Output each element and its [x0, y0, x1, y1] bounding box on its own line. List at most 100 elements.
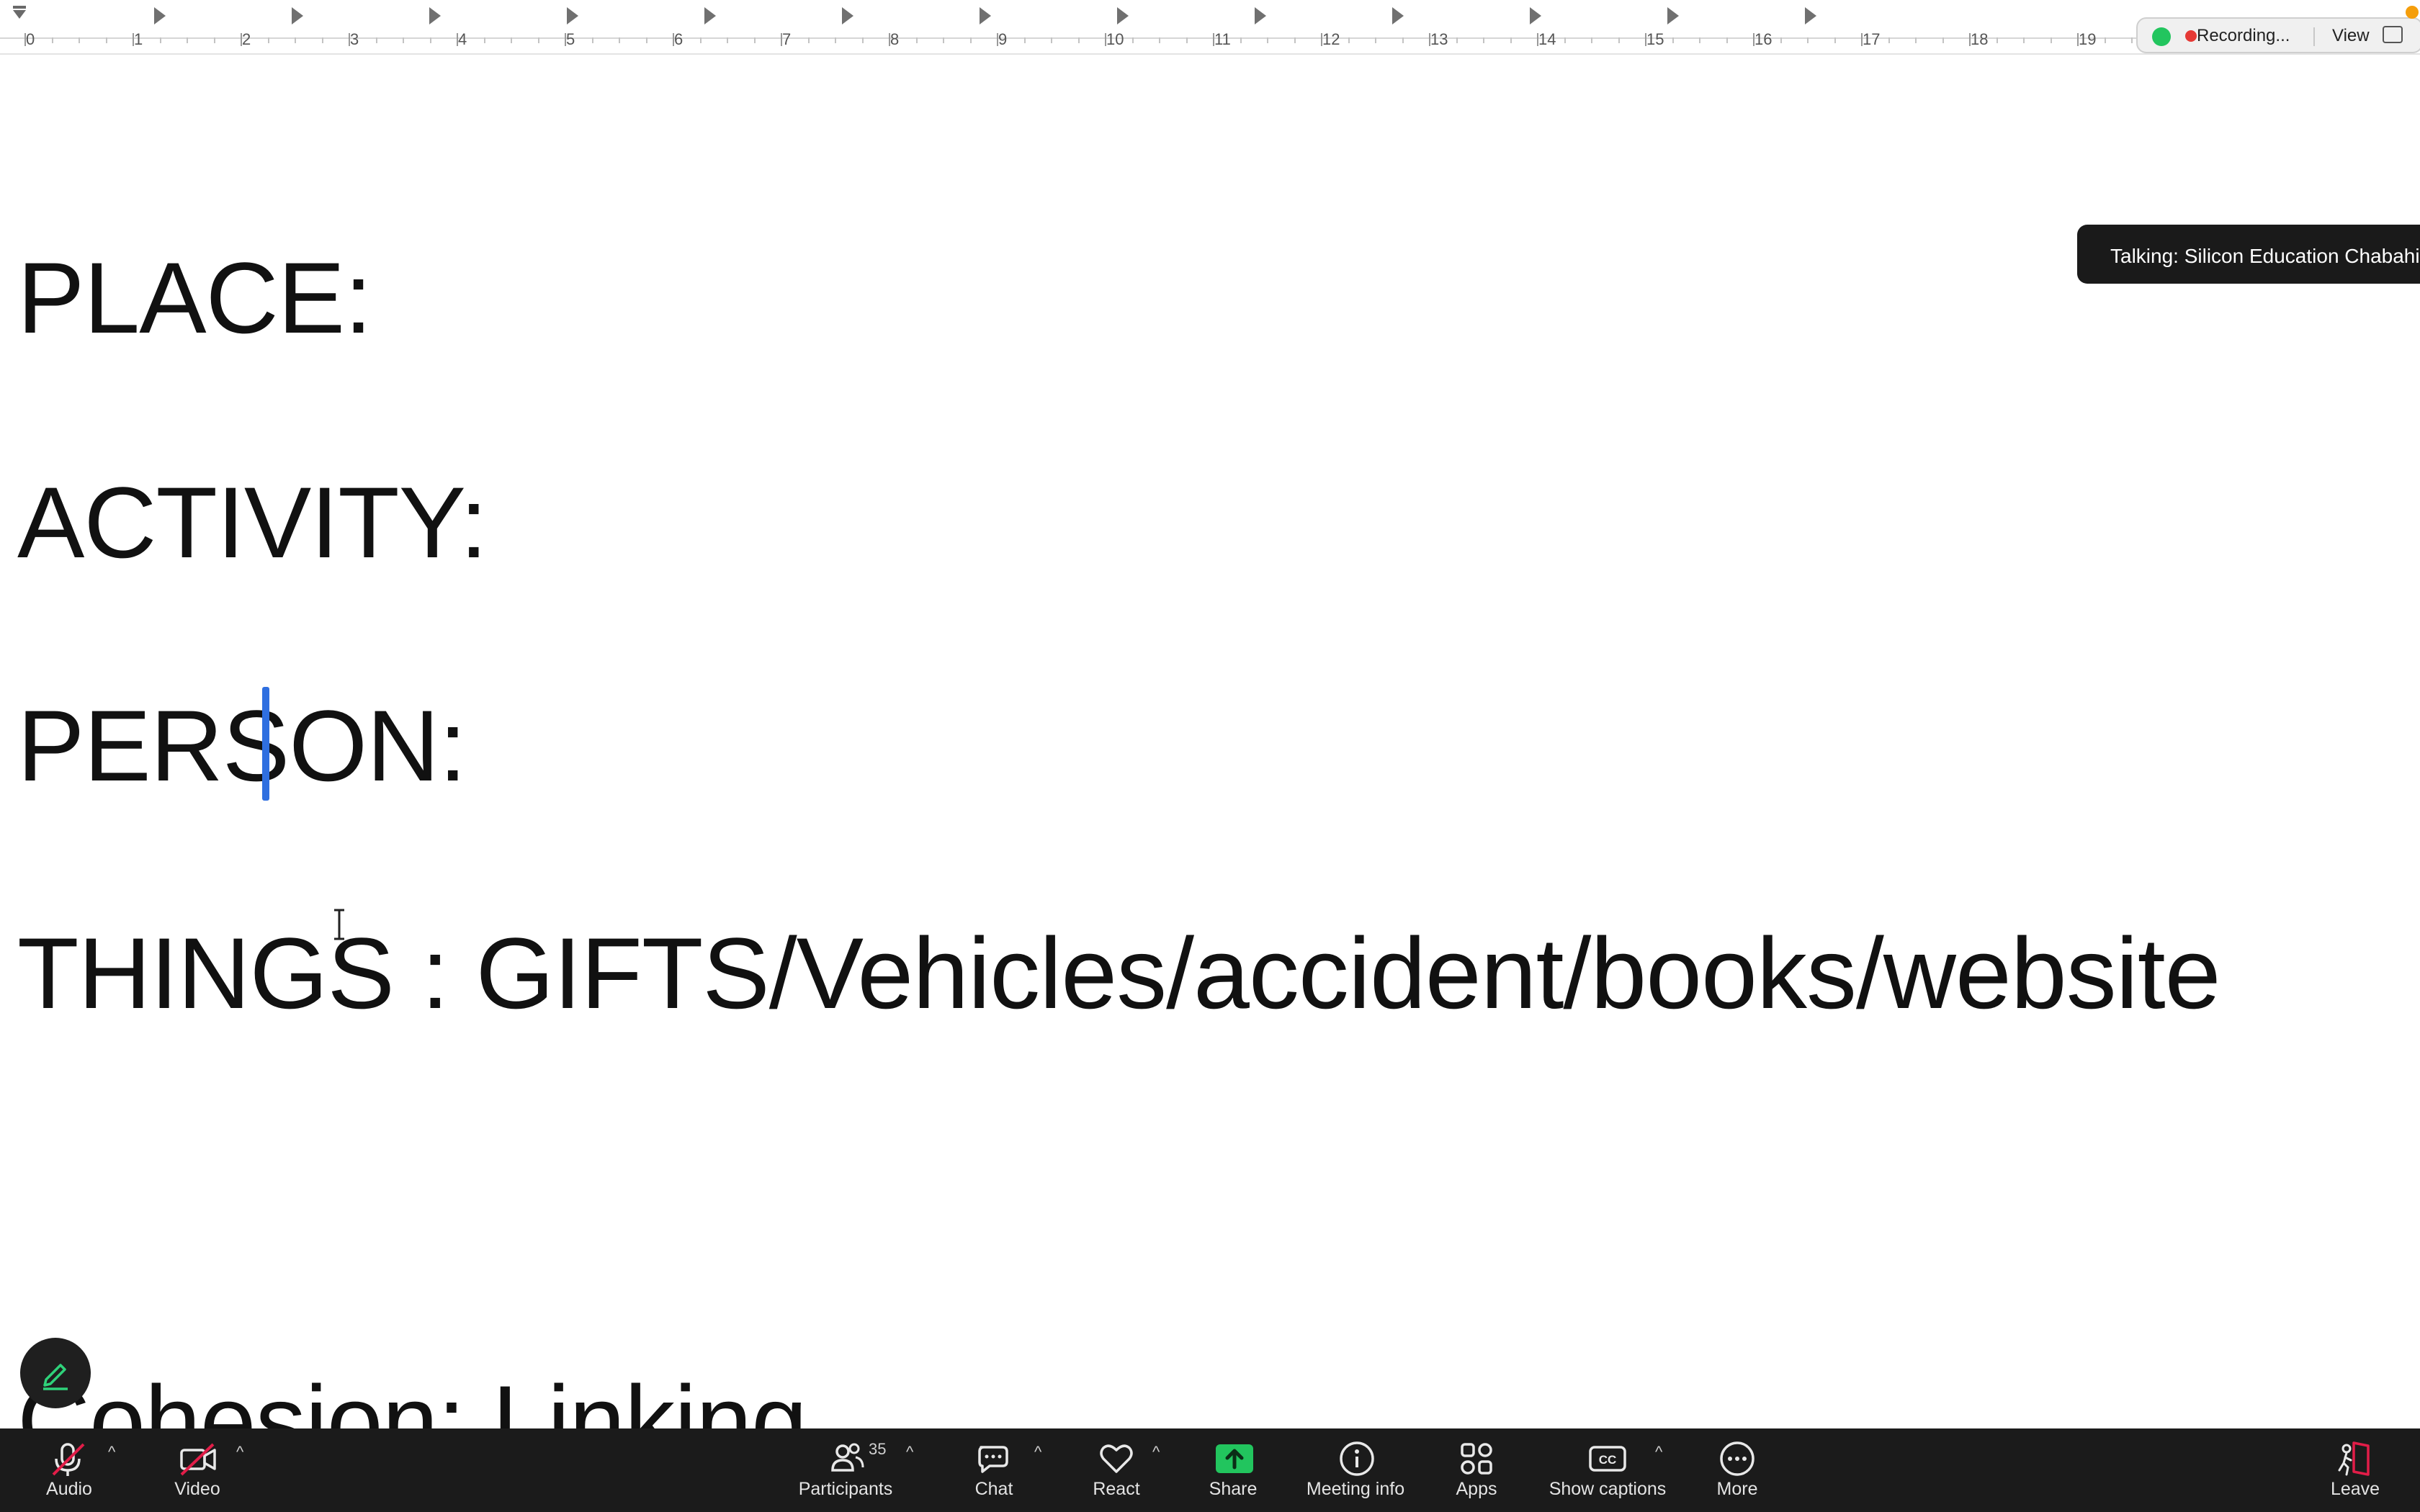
ruler-minor-tick	[1294, 37, 1296, 43]
apps-label: Apps	[1456, 1479, 1497, 1499]
grid-view-icon[interactable]	[2383, 26, 2403, 43]
tab-stop-marker-icon[interactable]	[154, 7, 166, 24]
ruler-number: 14	[1538, 30, 1556, 48]
ruler-number: 1	[134, 30, 143, 48]
ruler-minor-tick	[537, 37, 539, 43]
ruler-minor-tick	[1807, 37, 1809, 43]
ruler-number: 15	[1646, 30, 1664, 48]
document-ruler[interactable]: 012345678910111213141516171819202122	[0, 0, 2420, 55]
ruler-number: 3	[350, 30, 359, 48]
ruler-minor-tick	[1131, 37, 1134, 43]
document-line-activity[interactable]: ACTIVITY:	[17, 472, 488, 573]
ruler-minor-tick	[699, 37, 702, 43]
document-line-place[interactable]: PLACE:	[17, 248, 372, 348]
tab-stop-marker-icon[interactable]	[1255, 7, 1266, 24]
ruler-number: 16	[1754, 30, 1773, 48]
ruler-number: 8	[890, 30, 900, 48]
recording-status-text: Recording...	[2197, 26, 2290, 45]
ruler-minor-tick	[1996, 37, 1998, 43]
tab-stop-marker-icon[interactable]	[1667, 7, 1679, 24]
ruler-minor-tick	[943, 37, 944, 43]
document-line-person[interactable]: PERSON:	[17, 696, 467, 796]
tab-stop-marker-icon[interactable]	[292, 7, 303, 24]
recording-dot-icon	[2185, 30, 2197, 42]
video-label: Video	[174, 1479, 220, 1499]
ruler-number: 17	[1863, 30, 1881, 48]
ruler-minor-tick	[1240, 37, 1242, 43]
ruler-minor-tick	[1077, 37, 1080, 43]
ruler-minor-tick	[1591, 37, 1592, 43]
ruler-minor-tick	[159, 37, 161, 43]
apps-icon	[1461, 1443, 1492, 1475]
ruler-minor-tick	[1483, 37, 1484, 43]
ruler-minor-tick	[1726, 37, 1728, 43]
chat-options-chevron-icon[interactable]: ^	[1034, 1443, 1041, 1462]
leave-door-icon	[2338, 1441, 2370, 1476]
tab-stop-marker-icon[interactable]	[567, 7, 578, 24]
document-line-things[interactable]: THINGS : GIFTS/Vehicles/accident/books/w…	[17, 923, 2221, 1024]
ruler-minor-tick	[1915, 37, 1917, 43]
chat-label: Chat	[974, 1479, 1013, 1499]
ruler-minor-tick	[375, 37, 377, 43]
ruler-minor-tick	[429, 37, 431, 43]
ruler-minor-tick	[1023, 37, 1026, 43]
first-line-indent-marker-icon[interactable]	[12, 6, 27, 20]
ibeam-cursor-icon	[334, 909, 344, 940]
ruler-minor-tick	[105, 37, 107, 43]
ruler-minor-tick	[1348, 37, 1350, 43]
tab-stop-marker-icon[interactable]	[429, 7, 441, 24]
tab-stop-marker-icon[interactable]	[1805, 7, 1816, 24]
ruler-minor-tick	[1699, 37, 1700, 43]
chat-icon	[978, 1446, 1008, 1473]
ruler-minor-tick	[1564, 37, 1566, 43]
react-options-chevron-icon[interactable]: ^	[1152, 1443, 1160, 1462]
microphone-muted-icon	[52, 1443, 85, 1476]
ruler-minor-tick	[483, 37, 485, 43]
ruler-number: 4	[458, 30, 467, 48]
security-status-icon[interactable]	[2152, 27, 2171, 46]
tab-stop-marker-icon[interactable]	[980, 7, 991, 24]
more-options-icon	[1720, 1441, 1754, 1476]
tab-stop-marker-icon[interactable]	[1117, 7, 1129, 24]
more-label: More	[1716, 1479, 1758, 1499]
ruler-minor-tick	[213, 37, 215, 43]
ruler-minor-tick	[1942, 37, 1944, 43]
tab-stop-marker-icon[interactable]	[1530, 7, 1541, 24]
recording-pill[interactable]: Recording... View	[2136, 17, 2420, 53]
ruler-minor-tick	[1834, 37, 1836, 43]
leave-label: Leave	[2330, 1479, 2380, 1499]
ruler-minor-tick	[187, 37, 188, 43]
ruler-minor-tick	[295, 37, 296, 43]
ruler-minor-tick	[1456, 37, 1458, 43]
tab-stop-marker-icon[interactable]	[1392, 7, 1404, 24]
react-label: React	[1093, 1479, 1140, 1499]
ruler-number: 13	[1430, 30, 1448, 48]
closed-captions-icon: CC	[1589, 1446, 1626, 1472]
talking-indicator: Talking: Silicon Education Chabahi...	[2077, 225, 2420, 284]
audio-options-chevron-icon[interactable]: ^	[108, 1443, 115, 1462]
pencil-icon	[43, 1364, 68, 1390]
ruler-minor-tick	[1375, 37, 1376, 43]
ruler-number: 9	[998, 30, 1008, 48]
ruler-minor-tick	[321, 37, 323, 43]
ruler-minor-tick	[1402, 37, 1404, 43]
ruler-number: 2	[242, 30, 251, 48]
ruler-minor-tick	[1186, 37, 1188, 43]
tab-stop-marker-icon[interactable]	[704, 7, 716, 24]
video-options-chevron-icon[interactable]: ^	[236, 1443, 243, 1462]
ruler-minor-tick	[51, 37, 53, 43]
view-button[interactable]: View	[2332, 26, 2370, 46]
captions-options-chevron-icon[interactable]: ^	[1655, 1443, 1662, 1462]
participants-options-chevron-icon[interactable]: ^	[906, 1443, 913, 1462]
ruler-minor-tick	[2023, 37, 2025, 43]
participants-count: 35	[869, 1440, 887, 1458]
annotate-pencil-button[interactable]	[20, 1338, 91, 1408]
show-captions-label: Show captions	[1549, 1479, 1667, 1499]
participants-label: Participants	[798, 1479, 893, 1499]
ruler-minor-tick	[1267, 37, 1268, 43]
ruler-number: 19	[2079, 30, 2097, 48]
tab-stop-marker-icon[interactable]	[842, 7, 853, 24]
meeting-toolbar: Audio ^ Video ^ 35 Participants ^ Chat ^…	[0, 1428, 2420, 1512]
ruler-minor-tick	[2104, 37, 2106, 43]
ruler-minor-tick	[1510, 37, 1512, 43]
